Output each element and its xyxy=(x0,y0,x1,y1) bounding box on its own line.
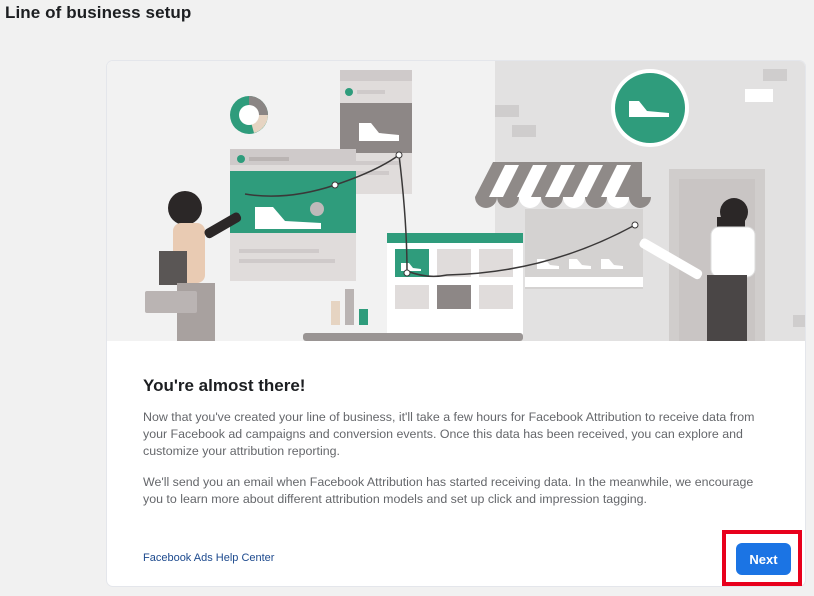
info-paragraph-data-delay: Now that you've created your line of bus… xyxy=(143,410,755,458)
info-paragraph-email-notice: We'll send you an email when Facebook At… xyxy=(143,475,754,506)
card-content: You're almost there! Now that you've cre… xyxy=(143,376,773,522)
setup-card: You're almost there! Now that you've cre… xyxy=(107,61,805,586)
help-center-link[interactable]: Facebook Ads Help Center xyxy=(143,552,274,564)
page-title: Line of business setup xyxy=(5,3,192,22)
shopping-illustration xyxy=(107,61,805,341)
next-button[interactable]: Next xyxy=(736,543,791,575)
card-heading: You're almost there! xyxy=(143,376,306,395)
